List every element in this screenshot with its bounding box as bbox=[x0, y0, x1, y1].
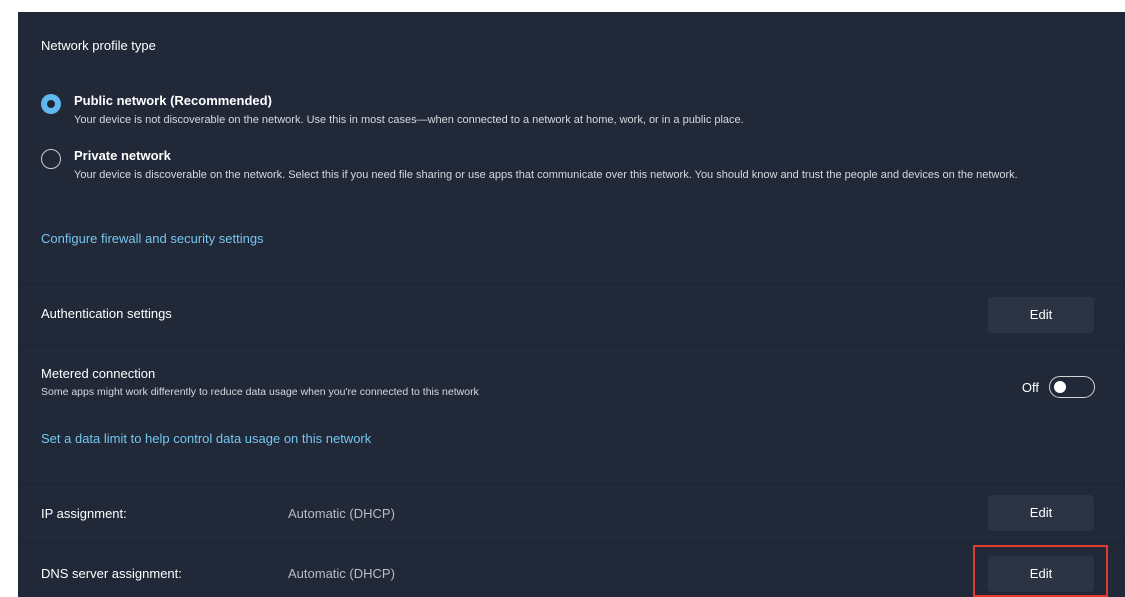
authentication-settings-label: Authentication settings bbox=[41, 306, 172, 321]
public-network-description: Your device is not discoverable on the n… bbox=[74, 114, 744, 126]
network-profile-title: Network profile type bbox=[41, 38, 156, 53]
private-network-label: Private network bbox=[74, 148, 171, 163]
ip-assignment-label: IP assignment: bbox=[41, 506, 127, 521]
metered-toggle-state: Off bbox=[1021, 380, 1039, 395]
ip-assignment-value: Automatic (DHCP) bbox=[288, 506, 395, 521]
dns-assignment-label: DNS server assignment: bbox=[41, 566, 182, 581]
private-network-radio[interactable] bbox=[41, 149, 61, 169]
dns-assignment-card: DNS server assignment: Automatic (DHCP) … bbox=[18, 544, 1125, 597]
private-network-description: Your device is discoverable on the netwo… bbox=[74, 169, 1018, 181]
network-profile-card: Network profile type Public network (Rec… bbox=[18, 12, 1125, 283]
dns-assignment-edit-button[interactable]: Edit bbox=[988, 556, 1094, 592]
set-data-limit-link[interactable]: Set a data limit to help control data us… bbox=[41, 431, 371, 446]
ip-assignment-edit-button[interactable]: Edit bbox=[988, 495, 1094, 531]
ip-assignment-card: IP assignment: Automatic (DHCP) Edit bbox=[18, 485, 1125, 542]
public-network-label: Public network (Recommended) bbox=[74, 93, 272, 108]
dns-assignment-value: Automatic (DHCP) bbox=[288, 566, 395, 581]
authentication-settings-card: Authentication settings Edit bbox=[18, 285, 1125, 344]
authentication-edit-button[interactable]: Edit bbox=[988, 297, 1094, 333]
metered-connection-toggle[interactable] bbox=[1049, 376, 1095, 398]
configure-firewall-link[interactable]: Configure firewall and security settings bbox=[41, 231, 264, 246]
metered-connection-description: Some apps might work differently to redu… bbox=[41, 386, 479, 398]
metered-toggle-group: Off bbox=[995, 376, 1095, 400]
public-network-radio[interactable] bbox=[41, 94, 61, 114]
metered-connection-label: Metered connection bbox=[41, 366, 156, 381]
network-settings-panel: Network profile type Public network (Rec… bbox=[18, 12, 1125, 597]
metered-connection-card: Metered connection Some apps might work … bbox=[18, 346, 1125, 483]
